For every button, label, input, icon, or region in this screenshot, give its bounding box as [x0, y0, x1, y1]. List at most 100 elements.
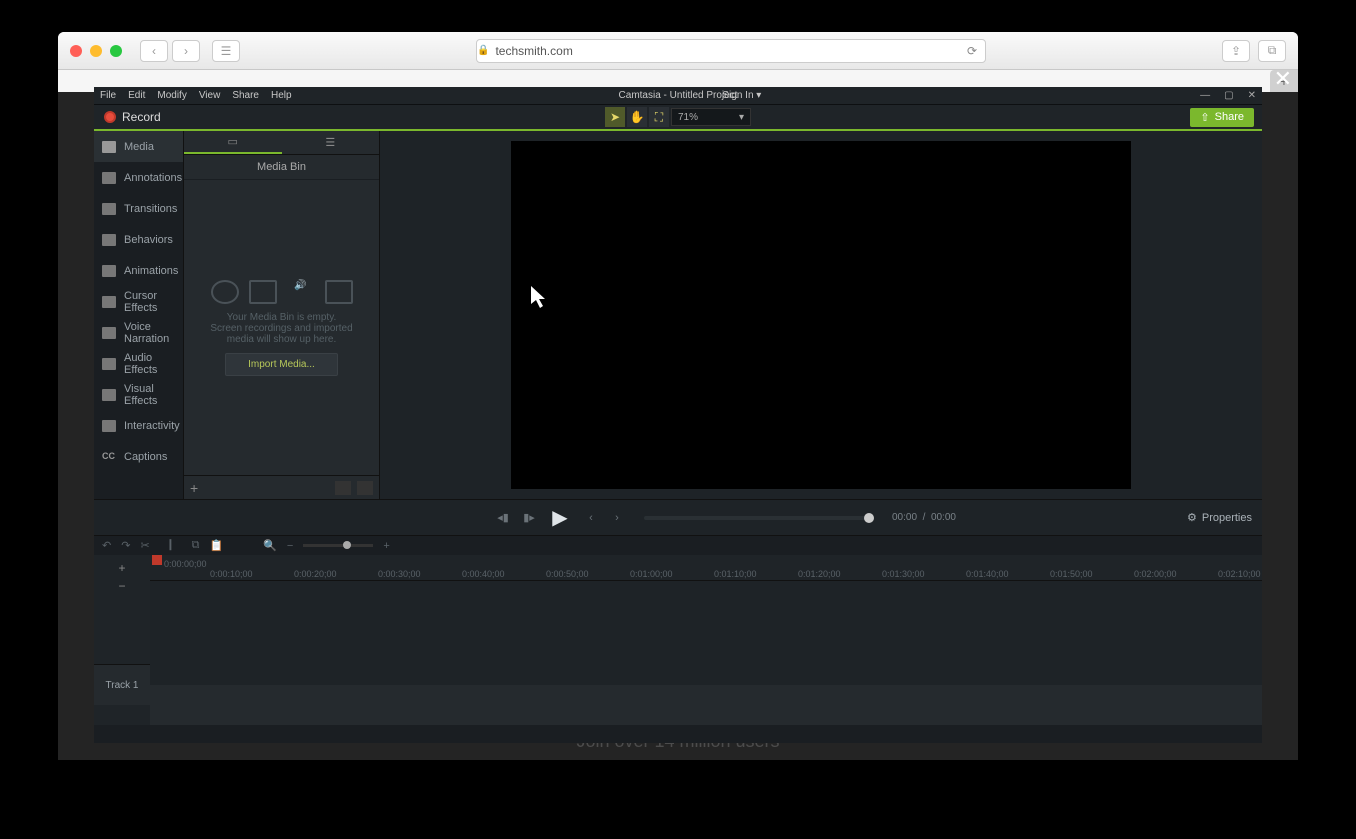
tabs-button[interactable]: ⧉: [1258, 40, 1286, 62]
seek-slider[interactable]: [644, 516, 874, 520]
tab-voice-narration[interactable]: Voice Narration: [94, 317, 183, 348]
captions-icon: CC: [102, 451, 116, 463]
app-minimize[interactable]: —: [1200, 90, 1210, 101]
menu-share[interactable]: Share: [232, 90, 259, 101]
redo-button[interactable]: ↷: [121, 539, 130, 552]
workspace: Media Annotations Transitions Behaviors …: [94, 131, 1262, 499]
interactivity-icon: [102, 420, 116, 432]
timeline-tick: 0:01:30;00: [882, 569, 925, 579]
timeline-track-1[interactable]: [150, 685, 1262, 725]
tab-transitions[interactable]: Transitions: [94, 193, 183, 224]
close-window-button[interactable]: [70, 45, 82, 57]
step-back-button[interactable]: ‹: [582, 509, 600, 527]
zoom-out-icon[interactable]: 🔍: [263, 539, 277, 552]
timeline-track-area[interactable]: [150, 581, 1262, 685]
tab-media[interactable]: Media: [94, 131, 183, 162]
zoom-select[interactable]: 71%▾: [671, 108, 751, 126]
app-title: Camtasia - Untitled Project: [94, 90, 1262, 101]
playhead-time: 0:00:00;00: [164, 559, 207, 569]
seek-knob[interactable]: [864, 513, 874, 523]
timeline: + − Track 1 0:00:00;00 0:00:10;00 0:00:20…: [94, 555, 1262, 725]
cut-button[interactable]: ✂: [140, 539, 149, 552]
tab-visual-effects[interactable]: Visual Effects: [94, 379, 183, 410]
minimize-window-button[interactable]: [90, 45, 102, 57]
record-button[interactable]: Record: [94, 110, 171, 124]
hand-tool[interactable]: ✋: [627, 107, 647, 127]
tab-behaviors[interactable]: Behaviors: [94, 224, 183, 255]
menu-edit[interactable]: Edit: [128, 90, 145, 101]
list-view-button[interactable]: [357, 481, 373, 495]
timeline-ruler[interactable]: 0:00:00;00 0:00:10;000:00:20;000:00:30;0…: [150, 555, 1262, 581]
pointer-tool[interactable]: ➤: [605, 107, 625, 127]
menu-modify[interactable]: Modify: [157, 90, 186, 101]
zoom-knob[interactable]: [343, 541, 351, 549]
import-media-button[interactable]: Import Media...: [225, 353, 338, 376]
tab-interactivity[interactable]: Interactivity: [94, 410, 183, 441]
add-media-button[interactable]: +: [190, 480, 198, 496]
close-icon[interactable]: ✕: [1274, 66, 1292, 92]
share-button-app[interactable]: ⇧ Share: [1190, 108, 1254, 127]
address-bar[interactable]: 🔒 techsmith.com ⟳: [476, 39, 986, 63]
record-type-icon: [211, 280, 239, 304]
media-bin-tab-library[interactable]: ☰: [282, 131, 380, 154]
cursor-icon: [531, 286, 549, 310]
zoom-plus[interactable]: +: [383, 540, 389, 552]
media-bin-panel: ▭ ☰ Media Bin 🔊 Your Media Bin is empty.…: [184, 131, 380, 499]
tab-audio-effects[interactable]: Audio Effects: [94, 348, 183, 379]
cursor-effects-icon: [102, 296, 116, 308]
tool-sidebar: Media Annotations Transitions Behaviors …: [94, 131, 184, 499]
back-button[interactable]: ‹: [140, 40, 168, 62]
track-name[interactable]: Track 1: [94, 665, 150, 705]
copy-button[interactable]: ⧉: [192, 539, 200, 552]
media-icon: [102, 141, 116, 153]
tab-captions[interactable]: CCCaptions: [94, 441, 183, 472]
timeline-tick: 0:02:10;00: [1218, 569, 1261, 579]
upload-icon: ⇧: [1200, 111, 1209, 124]
track-controls: + −: [94, 555, 150, 665]
properties-button[interactable]: ⚙ Properties: [1187, 511, 1252, 524]
maximize-window-button[interactable]: [110, 45, 122, 57]
share-button[interactable]: ⇪: [1222, 40, 1250, 62]
record-icon: [104, 111, 116, 123]
undo-button[interactable]: ↶: [102, 539, 111, 552]
media-bin-tab-grid[interactable]: ▭: [184, 131, 282, 154]
split-button[interactable]: ⎹⎸: [160, 539, 182, 552]
reload-icon[interactable]: ⟳: [967, 44, 977, 58]
menu-view[interactable]: View: [199, 90, 221, 101]
remove-track-button[interactable]: −: [118, 579, 125, 593]
zoom-slider[interactable]: [303, 544, 373, 547]
sidebar-toggle-button[interactable]: ☰: [212, 40, 240, 62]
lock-icon: 🔒: [477, 45, 489, 56]
timeline-tick: 0:00:50;00: [546, 569, 589, 579]
app-maximize[interactable]: ▢: [1224, 90, 1233, 101]
tab-annotations[interactable]: Annotations: [94, 162, 183, 193]
media-bin-title: Media Bin: [184, 155, 379, 180]
step-forward-button[interactable]: ›: [608, 509, 626, 527]
playhead[interactable]: [152, 555, 162, 565]
crop-tool[interactable]: ⛶: [649, 107, 669, 127]
audio-icon: [102, 358, 116, 370]
forward-button[interactable]: ›: [172, 40, 200, 62]
play-button[interactable]: ▶: [546, 504, 574, 532]
prev-frame-button[interactable]: ◂▮: [494, 509, 512, 527]
menu-file[interactable]: File: [100, 90, 116, 101]
playback-bar: ◂▮ ▮▸ ▶ ‹ › 00:00 / 00:00 ⚙ Properties: [94, 499, 1262, 535]
timeline-tick: 0:01:00;00: [630, 569, 673, 579]
tab-animations[interactable]: Animations: [94, 255, 183, 286]
add-track-button[interactable]: +: [118, 561, 125, 575]
sign-in-button[interactable]: Sign In ▾: [722, 90, 761, 101]
timeline-tick: 0:00:10;00: [210, 569, 253, 579]
preview-canvas[interactable]: [511, 141, 1131, 489]
image-type-icon: [325, 280, 353, 304]
menu-help[interactable]: Help: [271, 90, 292, 101]
timeline-tick: 0:00:20;00: [294, 569, 337, 579]
app-close[interactable]: ✕: [1248, 90, 1256, 101]
next-frame-button[interactable]: ▮▸: [520, 509, 538, 527]
tab-cursor-effects[interactable]: Cursor Effects: [94, 286, 183, 317]
visual-icon: [102, 389, 116, 401]
chevron-down-icon: ▾: [739, 112, 744, 123]
zoom-minus[interactable]: −: [287, 540, 293, 552]
grid-view-button[interactable]: [335, 481, 351, 495]
gear-icon: ⚙: [1187, 511, 1197, 524]
paste-button[interactable]: 📋: [210, 539, 224, 552]
